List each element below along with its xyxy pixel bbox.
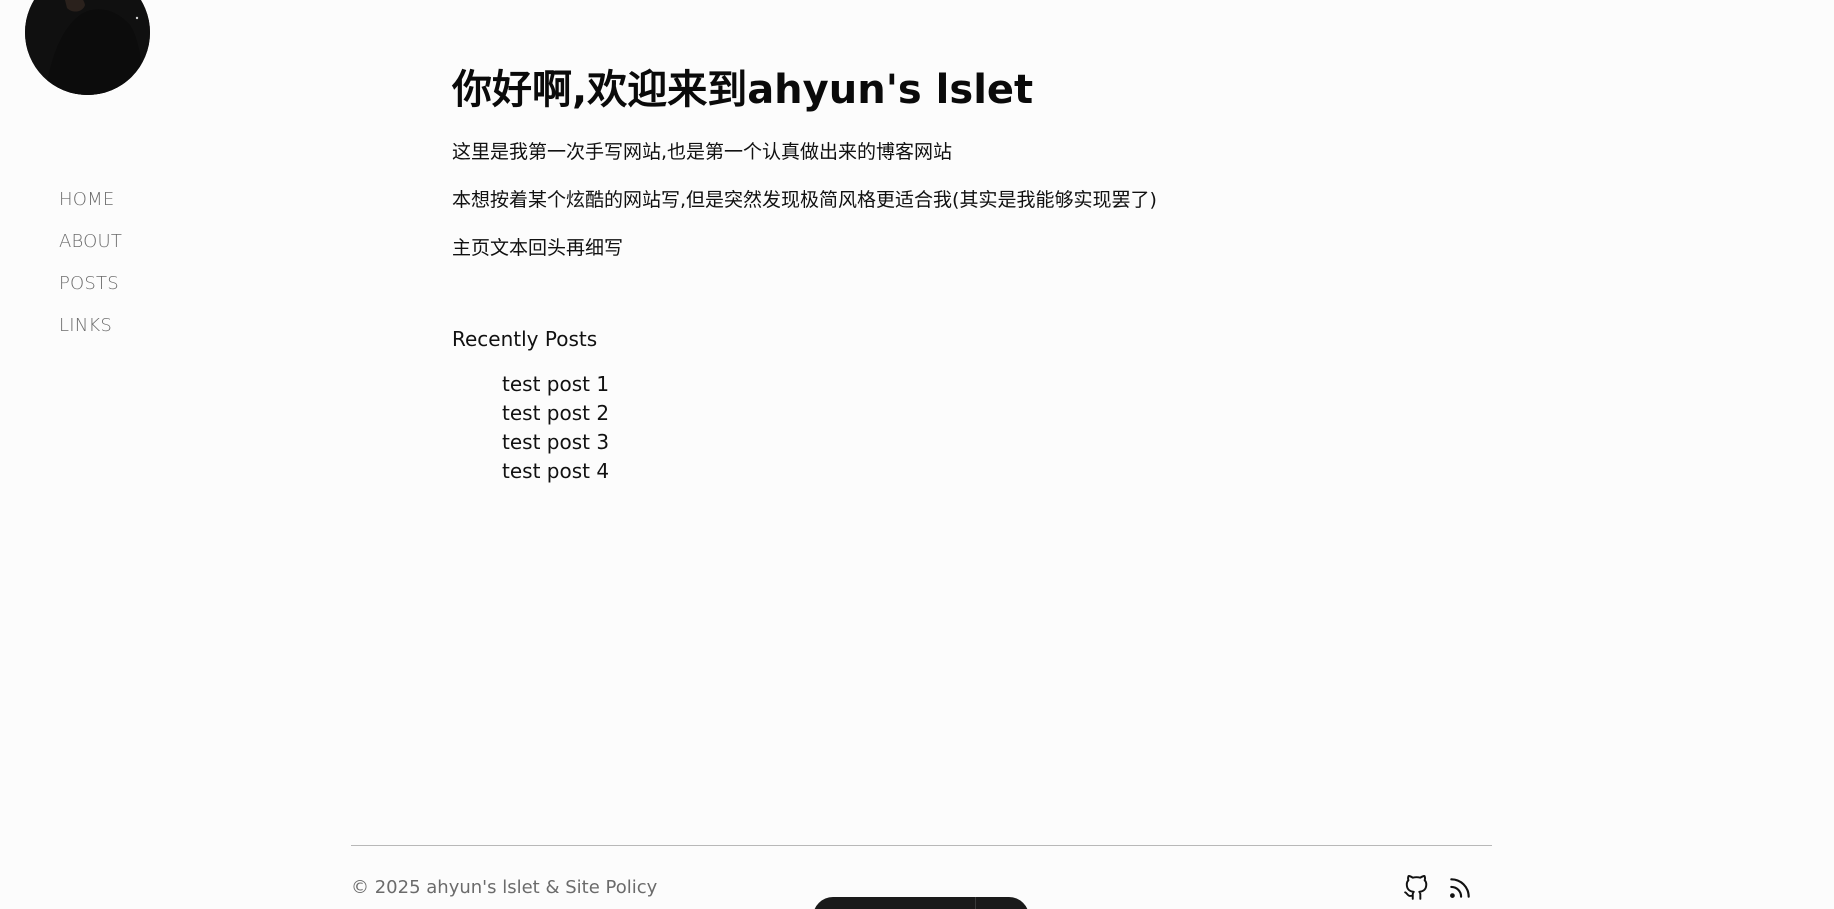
page: HOME ABOUT POSTS LINKS 你好啊,欢迎来到ahyun's l…: [0, 0, 1834, 909]
site-policy-link[interactable]: Site Policy: [565, 877, 657, 898]
github-icon: [1404, 875, 1428, 900]
post-link[interactable]: test post 4: [502, 457, 1352, 486]
post-link[interactable]: test post 1: [502, 370, 1352, 399]
nav-item-home[interactable]: HOME: [59, 188, 122, 230]
page-title: 你好啊,欢迎来到ahyun's lslet: [452, 67, 1034, 113]
nav-item-links[interactable]: LINKS: [59, 314, 122, 356]
recent-posts-heading: Recently Posts: [452, 327, 598, 351]
copyright-text: © 2025 ahyun's lslet &: [351, 877, 566, 898]
rss-link[interactable]: [1446, 874, 1474, 902]
intro-paragraph: 本想按着某个炫酷的网站写,但是突然发现极简风格更适合我(其实是我能够实现罢了): [452, 189, 1157, 211]
rss-icon: [1450, 878, 1470, 898]
main-content: 你好啊,欢迎来到ahyun's lslet 这里是我第一次手写网站,也是第一个认…: [452, 64, 1352, 486]
sidebar-nav: HOME ABOUT POSTS LINKS: [59, 188, 122, 356]
footer-divider: [351, 845, 1492, 846]
post-link[interactable]: test post 3: [502, 428, 1352, 457]
post-link[interactable]: test post 2: [502, 399, 1352, 428]
github-link[interactable]: [1402, 874, 1430, 902]
toolbar-divider: [975, 897, 976, 909]
floating-toolbar[interactable]: [813, 897, 1029, 909]
footer-social-links: [1402, 874, 1474, 902]
nav-item-about[interactable]: ABOUT: [59, 230, 122, 272]
avatar[interactable]: [25, 0, 150, 95]
nav-item-posts[interactable]: POSTS: [59, 272, 122, 314]
recent-posts-list: test post 1 test post 2 test post 3 test…: [452, 370, 1352, 486]
intro-paragraph: 这里是我第一次手写网站,也是第一个认真做出来的博客网站: [452, 141, 953, 163]
intro-text: 这里是我第一次手写网站,也是第一个认真做出来的博客网站 本想按着某个炫酷的网站写…: [452, 140, 1352, 260]
avatar-image: [25, 0, 150, 95]
footer-copyright: © 2025 ahyun's lslet & Site Policy: [351, 876, 657, 900]
intro-paragraph: 主页文本回头再细写: [452, 237, 624, 259]
